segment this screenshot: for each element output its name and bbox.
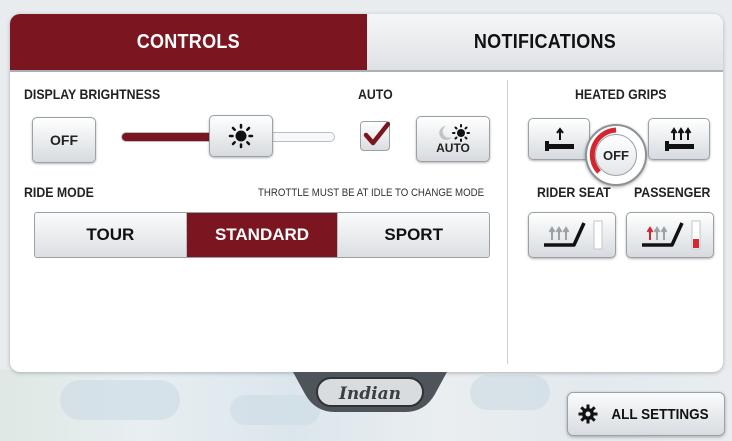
display-brightness-label: DISPLAY BRIGHTNESS <box>24 86 161 102</box>
heat-level-arc <box>589 127 617 174</box>
auto-brightness-button[interactable]: AUTO <box>416 116 490 162</box>
ride-mode-sport[interactable]: SPORT <box>338 213 489 257</box>
heated-grips-up-button[interactable] <box>648 118 710 160</box>
heated-grips-dial[interactable]: OFF <box>585 124 647 186</box>
all-settings-button[interactable]: ALL SETTINGS <box>567 392 725 436</box>
section-divider <box>507 80 508 364</box>
sun-icon <box>228 123 254 149</box>
brightness-off-button[interactable]: OFF <box>32 117 96 163</box>
grip-heat-high-icon <box>665 127 694 151</box>
tab-bar: CONTROLS NOTIFICATIONS <box>10 14 723 70</box>
heated-grips-label: HEATED GRIPS <box>575 86 667 102</box>
ride-mode-note: THROTTLE MUST BE AT IDLE TO CHANGE MODE <box>258 187 485 199</box>
indian-logo: Indian <box>293 372 447 414</box>
checkmark-icon <box>363 121 390 146</box>
brightness-slider-thumb[interactable] <box>209 115 273 157</box>
ride-mode-selector: TOUR STANDARD SPORT <box>34 212 490 258</box>
auto-label: AUTO <box>358 86 393 102</box>
moon-sun-icon <box>439 124 470 142</box>
tab-notifications[interactable]: NOTIFICATIONS <box>366 14 723 70</box>
passenger-label: PASSENGER <box>634 184 711 200</box>
controls-panel: CONTROLS NOTIFICATIONS DISPLAY BRIGHTNES… <box>10 14 723 372</box>
seat-heat-icon <box>544 220 603 250</box>
grip-heat-low-icon <box>545 127 574 151</box>
tab-underline <box>10 70 723 72</box>
ride-mode-label: RIDE MODE <box>24 184 94 200</box>
gear-icon <box>578 404 598 424</box>
logo-text: Indian <box>338 384 401 404</box>
rider-seat-label: RIDER SEAT <box>537 184 611 200</box>
rider-seat-heat-button[interactable] <box>528 212 616 258</box>
passenger-seat-heat-button[interactable] <box>626 212 714 258</box>
auto-brightness-checkbox[interactable] <box>360 121 390 151</box>
heated-grips-down-button[interactable] <box>528 118 590 160</box>
tab-controls[interactable]: CONTROLS <box>10 14 367 70</box>
ride-mode-tour[interactable]: TOUR <box>35 213 187 257</box>
ride-mode-standard[interactable]: STANDARD <box>186 213 339 257</box>
passenger-seat-heat-icon <box>642 220 701 250</box>
